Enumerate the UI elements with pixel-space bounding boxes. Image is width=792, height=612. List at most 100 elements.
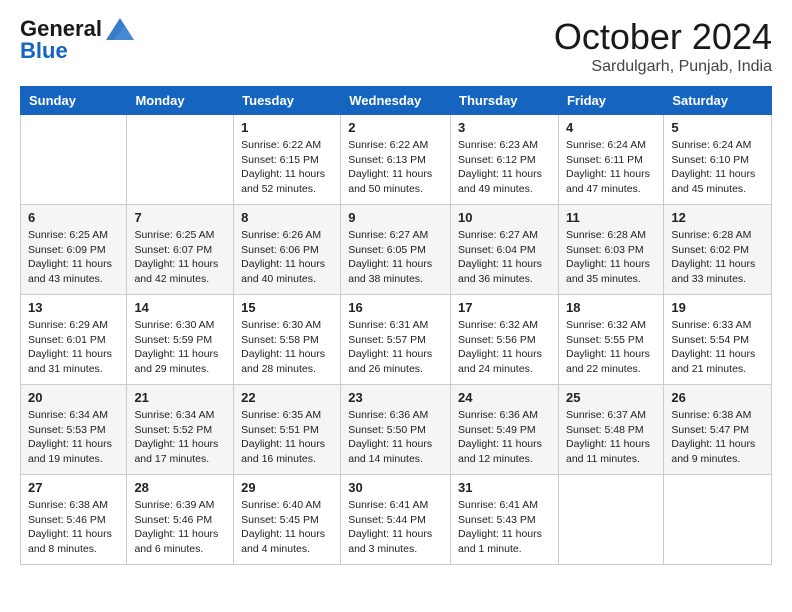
calendar-cell: 22 Sunrise: 6:35 AM Sunset: 5:51 PM Dayli… <box>234 385 341 475</box>
calendar-cell: 26 Sunrise: 6:38 AM Sunset: 5:47 PM Dayli… <box>664 385 772 475</box>
day-number: 6 <box>28 210 119 225</box>
day-number: 3 <box>458 120 551 135</box>
calendar-cell: 14 Sunrise: 6:30 AM Sunset: 5:59 PM Dayli… <box>127 295 234 385</box>
calendar-cell <box>558 475 663 565</box>
day-info: Sunrise: 6:36 AM Sunset: 5:49 PM Dayligh… <box>458 408 551 467</box>
day-info: Sunrise: 6:32 AM Sunset: 5:56 PM Dayligh… <box>458 318 551 377</box>
day-number: 18 <box>566 300 656 315</box>
day-info: Sunrise: 6:36 AM Sunset: 5:50 PM Dayligh… <box>348 408 443 467</box>
calendar-cell <box>664 475 772 565</box>
day-number: 25 <box>566 390 656 405</box>
logo-blue-text: Blue <box>20 38 68 64</box>
day-info: Sunrise: 6:28 AM Sunset: 6:03 PM Dayligh… <box>566 228 656 287</box>
calendar-cell: 23 Sunrise: 6:36 AM Sunset: 5:50 PM Dayli… <box>341 385 451 475</box>
day-number: 31 <box>458 480 551 495</box>
day-number: 15 <box>241 300 333 315</box>
day-number: 13 <box>28 300 119 315</box>
weekday-header-friday: Friday <box>558 87 663 115</box>
calendar-cell <box>127 115 234 205</box>
calendar-header-row: SundayMondayTuesdayWednesdayThursdayFrid… <box>21 87 772 115</box>
calendar-cell <box>21 115 127 205</box>
day-number: 30 <box>348 480 443 495</box>
calendar-table: SundayMondayTuesdayWednesdayThursdayFrid… <box>20 86 772 565</box>
calendar-week-row: 13 Sunrise: 6:29 AM Sunset: 6:01 PM Dayli… <box>21 295 772 385</box>
day-number: 20 <box>28 390 119 405</box>
day-info: Sunrise: 6:31 AM Sunset: 5:57 PM Dayligh… <box>348 318 443 377</box>
location: Sardulgarh, Punjab, India <box>554 58 772 76</box>
calendar-cell: 4 Sunrise: 6:24 AM Sunset: 6:11 PM Daylig… <box>558 115 663 205</box>
day-info: Sunrise: 6:24 AM Sunset: 6:11 PM Dayligh… <box>566 138 656 197</box>
weekday-header-thursday: Thursday <box>451 87 559 115</box>
day-number: 1 <box>241 120 333 135</box>
day-number: 22 <box>241 390 333 405</box>
day-info: Sunrise: 6:22 AM Sunset: 6:15 PM Dayligh… <box>241 138 333 197</box>
calendar-cell: 31Sunrise: 6:41 AM Sunset: 5:43 PM Dayli… <box>451 475 559 565</box>
calendar-cell: 11 Sunrise: 6:28 AM Sunset: 6:03 PM Dayli… <box>558 205 663 295</box>
calendar-cell: 25 Sunrise: 6:37 AM Sunset: 5:48 PM Dayli… <box>558 385 663 475</box>
calendar-week-row: 20Sunrise: 6:34 AM Sunset: 5:53 PM Dayli… <box>21 385 772 475</box>
calendar-cell: 8Sunrise: 6:26 AM Sunset: 6:06 PM Daylig… <box>234 205 341 295</box>
day-number: 5 <box>671 120 764 135</box>
calendar-cell: 19 Sunrise: 6:33 AM Sunset: 5:54 PM Dayli… <box>664 295 772 385</box>
calendar-cell: 9Sunrise: 6:27 AM Sunset: 6:05 PM Daylig… <box>341 205 451 295</box>
day-info: Sunrise: 6:34 AM Sunset: 5:52 PM Dayligh… <box>134 408 226 467</box>
day-number: 2 <box>348 120 443 135</box>
day-info: Sunrise: 6:22 AM Sunset: 6:13 PM Dayligh… <box>348 138 443 197</box>
day-info: Sunrise: 6:29 AM Sunset: 6:01 PM Dayligh… <box>28 318 119 377</box>
title-area: October 2024 Sardulgarh, Punjab, India <box>554 16 772 76</box>
weekday-header-monday: Monday <box>127 87 234 115</box>
day-number: 24 <box>458 390 551 405</box>
day-info: Sunrise: 6:41 AM Sunset: 5:44 PM Dayligh… <box>348 498 443 557</box>
day-info: Sunrise: 6:24 AM Sunset: 6:10 PM Dayligh… <box>671 138 764 197</box>
day-number: 19 <box>671 300 764 315</box>
logo-icon <box>106 18 134 40</box>
day-info: Sunrise: 6:30 AM Sunset: 5:59 PM Dayligh… <box>134 318 226 377</box>
weekday-header-wednesday: Wednesday <box>341 87 451 115</box>
calendar-cell: 16Sunrise: 6:31 AM Sunset: 5:57 PM Dayli… <box>341 295 451 385</box>
calendar-cell: 17 Sunrise: 6:32 AM Sunset: 5:56 PM Dayli… <box>451 295 559 385</box>
day-info: Sunrise: 6:30 AM Sunset: 5:58 PM Dayligh… <box>241 318 333 377</box>
day-info: Sunrise: 6:26 AM Sunset: 6:06 PM Dayligh… <box>241 228 333 287</box>
day-number: 17 <box>458 300 551 315</box>
day-number: 4 <box>566 120 656 135</box>
day-info: Sunrise: 6:39 AM Sunset: 5:46 PM Dayligh… <box>134 498 226 557</box>
calendar-cell: 7Sunrise: 6:25 AM Sunset: 6:07 PM Daylig… <box>127 205 234 295</box>
calendar-cell: 24 Sunrise: 6:36 AM Sunset: 5:49 PM Dayli… <box>451 385 559 475</box>
calendar-cell: 3Sunrise: 6:23 AM Sunset: 6:12 PM Daylig… <box>451 115 559 205</box>
weekday-header-sunday: Sunday <box>21 87 127 115</box>
calendar-cell: 10Sunrise: 6:27 AM Sunset: 6:04 PM Dayli… <box>451 205 559 295</box>
calendar-cell: 12Sunrise: 6:28 AM Sunset: 6:02 PM Dayli… <box>664 205 772 295</box>
day-info: Sunrise: 6:28 AM Sunset: 6:02 PM Dayligh… <box>671 228 764 287</box>
day-number: 28 <box>134 480 226 495</box>
calendar-cell: 2 Sunrise: 6:22 AM Sunset: 6:13 PM Daylig… <box>341 115 451 205</box>
day-info: Sunrise: 6:40 AM Sunset: 5:45 PM Dayligh… <box>241 498 333 557</box>
logo: General Blue <box>20 16 134 64</box>
day-number: 29 <box>241 480 333 495</box>
calendar-cell: 15 Sunrise: 6:30 AM Sunset: 5:58 PM Dayli… <box>234 295 341 385</box>
day-number: 9 <box>348 210 443 225</box>
calendar-cell: 30 Sunrise: 6:41 AM Sunset: 5:44 PM Dayli… <box>341 475 451 565</box>
day-info: Sunrise: 6:25 AM Sunset: 6:07 PM Dayligh… <box>134 228 226 287</box>
day-info: Sunrise: 6:35 AM Sunset: 5:51 PM Dayligh… <box>241 408 333 467</box>
day-info: Sunrise: 6:38 AM Sunset: 5:47 PM Dayligh… <box>671 408 764 467</box>
day-number: 11 <box>566 210 656 225</box>
day-number: 14 <box>134 300 226 315</box>
day-number: 26 <box>671 390 764 405</box>
day-info: Sunrise: 6:32 AM Sunset: 5:55 PM Dayligh… <box>566 318 656 377</box>
calendar-cell: 21 Sunrise: 6:34 AM Sunset: 5:52 PM Dayli… <box>127 385 234 475</box>
weekday-header-tuesday: Tuesday <box>234 87 341 115</box>
page-header: General Blue October 2024 Sardulgarh, Pu… <box>20 16 772 76</box>
day-number: 21 <box>134 390 226 405</box>
calendar-week-row: 27 Sunrise: 6:38 AM Sunset: 5:46 PM Dayli… <box>21 475 772 565</box>
calendar-cell: 27 Sunrise: 6:38 AM Sunset: 5:46 PM Dayli… <box>21 475 127 565</box>
weekday-header-saturday: Saturday <box>664 87 772 115</box>
calendar-cell: 28 Sunrise: 6:39 AM Sunset: 5:46 PM Dayli… <box>127 475 234 565</box>
calendar-cell: 20Sunrise: 6:34 AM Sunset: 5:53 PM Dayli… <box>21 385 127 475</box>
day-info: Sunrise: 6:38 AM Sunset: 5:46 PM Dayligh… <box>28 498 119 557</box>
day-number: 27 <box>28 480 119 495</box>
day-number: 23 <box>348 390 443 405</box>
day-info: Sunrise: 6:33 AM Sunset: 5:54 PM Dayligh… <box>671 318 764 377</box>
day-info: Sunrise: 6:37 AM Sunset: 5:48 PM Dayligh… <box>566 408 656 467</box>
calendar-cell: 5 Sunrise: 6:24 AM Sunset: 6:10 PM Daylig… <box>664 115 772 205</box>
month-title: October 2024 <box>554 16 772 58</box>
